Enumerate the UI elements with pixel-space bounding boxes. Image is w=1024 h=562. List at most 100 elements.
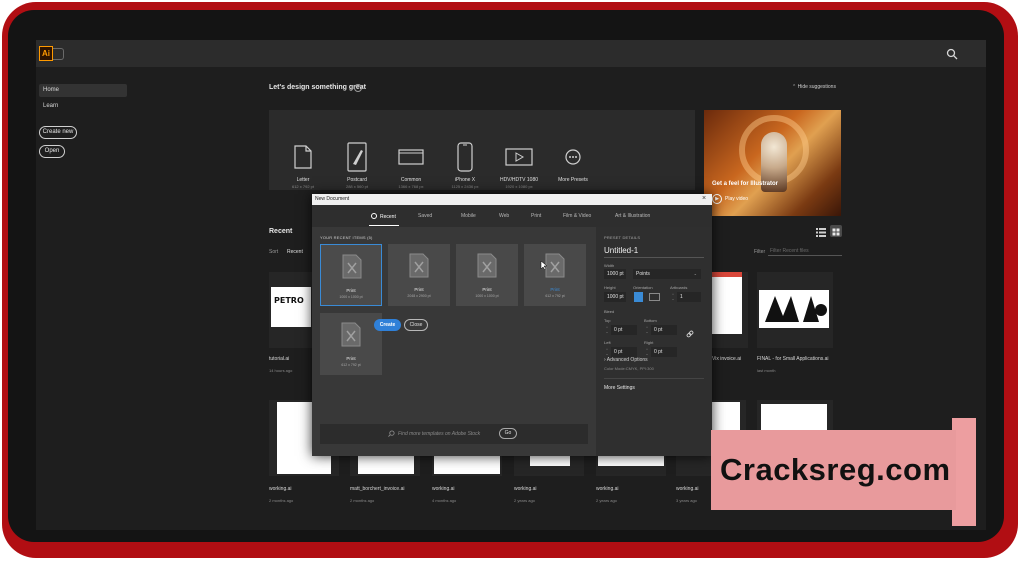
tab-film-video[interactable]: Film & Video — [563, 213, 591, 219]
artboards-label: Artboards — [670, 285, 688, 290]
recent-file-name[interactable]: FINAL - for Small Applications.ai — [757, 356, 847, 362]
sidebar-item-learn[interactable]: Learn — [39, 100, 127, 113]
preset-iphone-x[interactable]: iPhone X 1125 x 2436 px — [435, 140, 495, 189]
document-icon — [342, 254, 362, 279]
artboards-stepper[interactable]: ⌃ ⌄ — [671, 293, 675, 301]
promo-title: Get a feel for Illustrator — [712, 181, 779, 187]
page-heading: Let's design something great — [269, 84, 366, 91]
open-button[interactable]: Open — [39, 145, 65, 158]
list-view-icon[interactable] — [816, 228, 826, 237]
bleed-bottom-field[interactable]: 0 pt — [651, 325, 677, 335]
preset-details-heading: PRESET DETAILS — [604, 235, 641, 240]
more-settings-button[interactable]: More Settings — [604, 385, 635, 391]
height-label: Height — [604, 285, 616, 290]
recent-item-card[interactable]: Print 1000 x 1000 pt — [320, 244, 382, 306]
card-size: 612 x 792 pt — [341, 363, 361, 367]
recent-item-card[interactable]: Print 612 x 792 pt — [320, 313, 382, 375]
illustrator-logo: Ai — [39, 46, 53, 61]
recent-file-date: 2 years ago — [514, 498, 535, 503]
filter-input[interactable]: Filter Recent files — [768, 246, 842, 256]
bleed-left-field[interactable]: 0 pt — [611, 347, 637, 357]
dialog-titlebar: New Document × — [312, 194, 712, 205]
tab-web[interactable]: Web — [499, 213, 509, 219]
promo-video-card[interactable]: Get a feel for Illustrator ▶ Play video — [704, 110, 841, 216]
recent-file-date: 2 months ago — [269, 498, 294, 503]
create-button[interactable]: Create — [374, 319, 401, 331]
preset-details-panel: PRESET DETAILS Untitled-1 Width 1000 pt … — [596, 227, 712, 456]
artboards-field[interactable]: 1 — [677, 292, 701, 302]
recent-file-name[interactable]: tutorial.ai — [269, 356, 289, 362]
width-field[interactable]: 1000 pt — [604, 269, 626, 279]
go-button[interactable]: Go — [499, 428, 517, 439]
preset-size: 612 x 792 pt — [291, 184, 315, 189]
preset-more[interactable]: More Presets — [543, 140, 603, 183]
preset-postcard[interactable]: Postcard 288 x 560 pt — [327, 140, 387, 189]
hide-suggestions-label: Hide suggestions — [797, 84, 836, 90]
recent-file-name[interactable]: working.ai — [676, 486, 699, 492]
recent-file-thumbnail[interactable] — [757, 272, 833, 348]
bleed-left-stepper[interactable]: ⌃ ⌄ — [605, 348, 609, 356]
play-video-label: Play video — [725, 196, 749, 202]
new-document-dialog: New Document × Recent Saved Mobile Web P… — [312, 194, 712, 456]
recent-file-name[interactable]: matt_borchert_invoice.ai — [350, 486, 404, 492]
watermark-text: Cracksreg.com — [720, 452, 951, 487]
card-size: 1000 x 1000 pt — [475, 294, 499, 298]
tab-print[interactable]: Print — [531, 213, 541, 219]
recent-file-name[interactable]: working.ai — [432, 486, 455, 492]
bleed-top-stepper[interactable]: ⌃ ⌄ — [605, 326, 609, 334]
close-icon[interactable]: × — [702, 195, 706, 202]
dialog-title: New Document — [315, 196, 350, 202]
sidebar-item-home[interactable]: Home — [39, 84, 127, 97]
preset-label: Postcard — [347, 177, 367, 183]
preset-label: HDV/HDTV 1080 — [499, 177, 539, 183]
thumbnail-art-text: PETRO — [274, 296, 304, 305]
preset-size: 1366 x 768 px — [398, 184, 424, 189]
link-icon[interactable] — [686, 330, 694, 338]
bleed-bottom-stepper[interactable]: ⌃ ⌄ — [645, 326, 649, 334]
recent-item-card[interactable]: Print 2048 x 2900 pt — [388, 244, 450, 306]
sort-dropdown[interactable]: Recent — [287, 249, 303, 255]
hide-suggestions-button[interactable]: ⌃ Hide suggestions — [792, 84, 836, 90]
tab-recent[interactable]: Recent — [371, 213, 396, 220]
bleed-top-field[interactable]: 0 pt — [611, 325, 637, 335]
thumbnail-page — [358, 456, 414, 474]
height-field[interactable]: 1000 pt — [604, 292, 626, 302]
video-icon — [505, 148, 533, 166]
recent-item-card[interactable]: Print 1000 x 1000 pt — [456, 244, 518, 306]
card-name: Print — [414, 287, 424, 292]
portrait-orientation-icon[interactable] — [634, 292, 643, 302]
recent-file-date: 2 months ago — [350, 498, 375, 503]
info-icon[interactable]: i — [354, 84, 362, 92]
landscape-orientation-icon[interactable] — [649, 293, 660, 301]
advanced-options-toggle[interactable]: › Advanced Options — [604, 357, 648, 363]
chevron-down-icon: ⌄ — [693, 271, 697, 276]
close-button[interactable]: Close — [404, 319, 428, 331]
recent-file-thumbnail[interactable] — [712, 272, 748, 348]
recent-item-card[interactable]: Print 612 x 792 pt — [524, 244, 586, 306]
units-dropdown[interactable]: Points ⌄ — [633, 269, 701, 279]
recent-items-label: YOUR RECENT ITEMS — [320, 235, 366, 240]
recent-file-name[interactable]: working.ai — [596, 486, 619, 492]
preset-common[interactable]: Common 1366 x 768 px — [381, 140, 441, 189]
bleed-right-stepper[interactable]: ⌃ ⌄ — [645, 348, 649, 356]
tab-art-illustration[interactable]: Art & Illustration — [615, 213, 650, 219]
play-video-link[interactable]: ▶ Play video — [712, 194, 748, 204]
card-name: Print — [346, 356, 356, 361]
search-icon[interactable] — [946, 48, 958, 60]
recent-file-date: 4 months ago — [432, 498, 457, 503]
tab-mobile[interactable]: Mobile — [461, 213, 476, 219]
recent-file-name[interactable]: Vix invoice.ai — [712, 356, 741, 362]
document-name-field[interactable]: Untitled-1 — [604, 246, 704, 258]
bleed-right-label: Right — [644, 340, 654, 345]
adobe-stock-search-bar[interactable]: Find more templates on Adobe Stock Go — [320, 424, 588, 444]
recent-file-name[interactable]: working.ai — [514, 486, 537, 492]
recent-heading: Recent — [269, 228, 293, 235]
bleed-right-field[interactable]: 0 pt — [651, 347, 677, 357]
preset-hdtv[interactable]: HDV/HDTV 1080 1920 x 1080 px — [489, 140, 549, 189]
grid-view-icon[interactable] — [830, 225, 842, 237]
workspace-tab-icon[interactable] — [53, 48, 64, 60]
preset-letter[interactable]: Letter 612 x 792 pt — [273, 140, 333, 189]
recent-file-name[interactable]: working.ai — [269, 486, 292, 492]
tab-saved[interactable]: Saved — [418, 213, 432, 219]
create-new-button[interactable]: Create new — [39, 126, 77, 139]
